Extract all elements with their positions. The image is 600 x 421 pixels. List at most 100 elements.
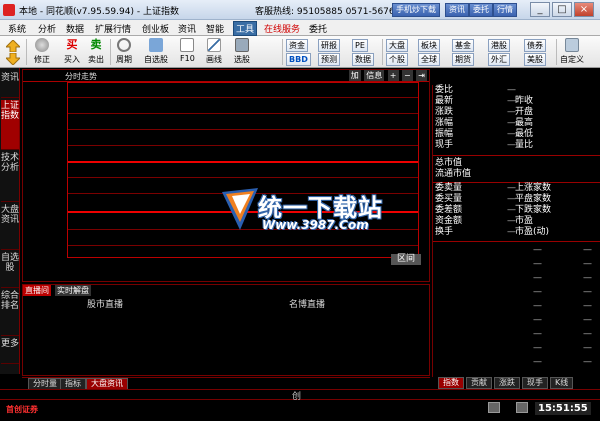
minimize-button[interactable]: _: [530, 2, 550, 17]
document-icon: [180, 38, 195, 52]
menu-online-service[interactable]: 在线服务: [264, 22, 300, 35]
stock-button[interactable]: 个股: [386, 53, 408, 66]
left-tab-watchlist[interactable]: 自选股: [1, 252, 19, 288]
zoom-in-icon[interactable]: +: [387, 70, 399, 81]
left-tab-shanghai-index[interactable]: 上证指数: [1, 100, 19, 150]
global-button[interactable]: 全球: [418, 53, 440, 66]
tab-index[interactable]: 指数: [438, 377, 464, 389]
clock-time: 15:51:55: [535, 402, 591, 415]
sell-button[interactable]: 卖 卖出: [88, 38, 104, 65]
tab-rise-fall[interactable]: 涨跌: [494, 377, 520, 389]
info-row: 委比 —: [435, 85, 516, 95]
tab-realtime-analysis[interactable]: 实时解盘: [55, 285, 91, 296]
data-button[interactable]: 数据: [352, 53, 374, 66]
tab-current-hand[interactable]: 现手: [522, 377, 548, 389]
toolbar: 修正 买 买入 卖 卖出 周期 自选股 F10 画线 选股 资金 研报 PE B…: [0, 36, 600, 68]
left-tab-ranking[interactable]: 综合排名: [1, 290, 19, 336]
app-icon: [3, 4, 15, 16]
buy-icon: 买: [66, 38, 78, 51]
market-button[interactable]: 大盘: [386, 39, 408, 52]
chart-header: 分时走势 加 信息 + − ⇥: [23, 70, 429, 82]
quote-info-panel: 委比 — 最新 — 昨收 涨跌 — 开盘 涨幅 — 最高 振幅 — 最低 现手 — 量比 总市值 流通…: [432, 85, 600, 377]
watermark-url: Www.3987.Com: [262, 218, 369, 232]
watchlist-button[interactable]: 自选股: [144, 38, 168, 65]
monitor-icon[interactable]: [516, 402, 528, 413]
range-button[interactable]: 区间: [390, 254, 421, 265]
quote-button[interactable]: 行情: [493, 3, 517, 17]
period-button[interactable]: 周期: [116, 38, 132, 65]
menu-gem[interactable]: 创业板: [142, 22, 169, 35]
bottom-tab-bar: 分时量 指标 大盘资讯: [22, 377, 430, 390]
menu-system[interactable]: 系统: [8, 22, 26, 35]
chart-tools: 加 信息 + − ⇥: [348, 70, 427, 81]
sell-icon: 卖: [90, 38, 102, 51]
down-arrow-icon: [4, 52, 22, 66]
sector-button[interactable]: 板块: [418, 39, 440, 52]
forecast-button[interactable]: 预测: [318, 53, 340, 66]
column-stock-live: 股市直播: [87, 300, 124, 310]
f10-button[interactable]: F10: [180, 38, 195, 63]
trade-button[interactable]: 委托: [469, 3, 493, 17]
tab-kline[interactable]: K线: [550, 377, 574, 389]
tab-live-room[interactable]: 直播间: [23, 285, 51, 296]
window-title: 本地 - 同花顺(v7.95.59.94) - 上证指数: [19, 7, 179, 17]
us-stock-button[interactable]: 美股: [524, 53, 546, 66]
info-row: 最新 — 昨收: [435, 96, 534, 106]
down-arrow-button[interactable]: [4, 52, 22, 67]
forex-button[interactable]: 外汇: [488, 53, 510, 66]
stock-picker-button[interactable]: 选股: [234, 38, 250, 65]
zoom-out-icon[interactable]: −: [402, 70, 413, 81]
left-tab-bar: 资讯 上证指数 技术分析 大盘资讯 自选股 综合排名 更多: [0, 68, 20, 374]
info-row: 委买量 — 平盘家数: [435, 194, 552, 204]
intraday-chart-panel: 分时走势 加 信息 + − ⇥ 区间: [22, 69, 430, 282]
maximize-button[interactable]: □: [552, 2, 572, 17]
news-button[interactable]: 资讯: [445, 3, 469, 17]
add-button[interactable]: 加: [348, 70, 361, 81]
clock-icon: [117, 38, 131, 52]
info-row: 流通市值: [435, 169, 472, 179]
filter-icon: [235, 38, 249, 52]
chat-icon[interactable]: [488, 402, 500, 413]
menu-extended-quotes[interactable]: 扩展行情: [95, 22, 131, 35]
left-tab-technical[interactable]: 技术分析: [1, 152, 19, 202]
pen-icon: [207, 38, 221, 52]
pe-button[interactable]: PE: [352, 39, 368, 52]
bbd-button[interactable]: BBD: [286, 53, 311, 66]
menu-trade[interactable]: 委托: [309, 22, 327, 35]
fund-button[interactable]: 基金: [452, 39, 474, 52]
mobile-download-button[interactable]: 手机炒下载: [392, 3, 440, 17]
broker-logo: 首创证券: [6, 405, 38, 414]
menu-info[interactable]: 资讯: [178, 22, 196, 35]
revise-button[interactable]: 修正: [34, 38, 50, 65]
customize-button[interactable]: 自定义: [560, 38, 584, 65]
bond-button[interactable]: 债券: [524, 39, 546, 52]
news-panel: 直播间 实时解盘 股市直播 名博直播: [22, 284, 430, 376]
close-button[interactable]: ×: [574, 2, 594, 17]
research-button[interactable]: 研报: [318, 39, 340, 52]
futures-button[interactable]: 期货: [452, 53, 474, 66]
revise-icon: [35, 38, 49, 52]
hk-stock-button[interactable]: 港股: [488, 39, 510, 52]
capital-button[interactable]: 资金: [286, 39, 308, 52]
left-tab-news[interactable]: 资讯: [1, 72, 19, 98]
left-tab-more[interactable]: 更多: [1, 338, 19, 364]
tab-contribution[interactable]: 贡献: [466, 377, 492, 389]
customize-icon: [565, 38, 579, 52]
info-row: 涨幅 — 最高: [435, 118, 534, 128]
draw-line-button[interactable]: 画线: [206, 38, 222, 65]
menu-analysis[interactable]: 分析: [38, 22, 56, 35]
buy-button[interactable]: 买 买入: [64, 38, 80, 65]
menu-data[interactable]: 数据: [66, 22, 84, 35]
person-icon: [149, 38, 163, 52]
left-tab-market-news[interactable]: 大盘资讯: [1, 204, 19, 250]
column-blogger-live: 名博直播: [289, 300, 326, 310]
menu-smart[interactable]: 智能: [206, 22, 224, 35]
info-row: 涨跌 — 开盘: [435, 107, 534, 117]
up-arrow-button[interactable]: [4, 39, 22, 54]
chart-label: 分时走势: [65, 72, 97, 81]
info-button[interactable]: 信息: [364, 70, 385, 81]
menu-bar: 系统 分析 数据 扩展行情 创业板 资讯 智能 工具 在线服务 委托: [0, 20, 600, 36]
info-row: 振幅 — 最低: [435, 129, 534, 139]
expand-icon[interactable]: ⇥: [416, 70, 427, 81]
menu-tools[interactable]: 工具: [233, 21, 258, 36]
